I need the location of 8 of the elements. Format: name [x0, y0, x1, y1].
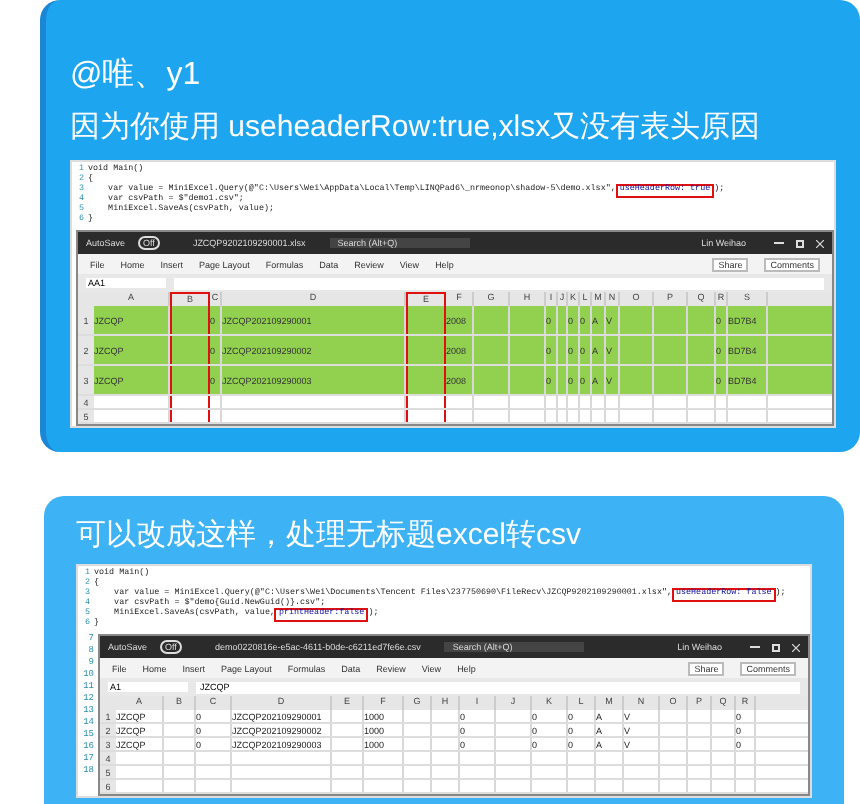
maximize-icon[interactable]	[772, 643, 780, 651]
formula-field[interactable]	[174, 277, 824, 289]
maximize-icon[interactable]	[796, 239, 804, 247]
message-text: 可以改成这样，处理无标题excel转csv	[76, 516, 584, 556]
close-icon[interactable]	[816, 239, 824, 247]
message-text: 因为你使用 useheaderRow:true,xlsx又没有表头原因	[70, 108, 763, 148]
close-icon[interactable]	[792, 643, 800, 651]
mention-text: @唯、y1	[70, 56, 203, 96]
